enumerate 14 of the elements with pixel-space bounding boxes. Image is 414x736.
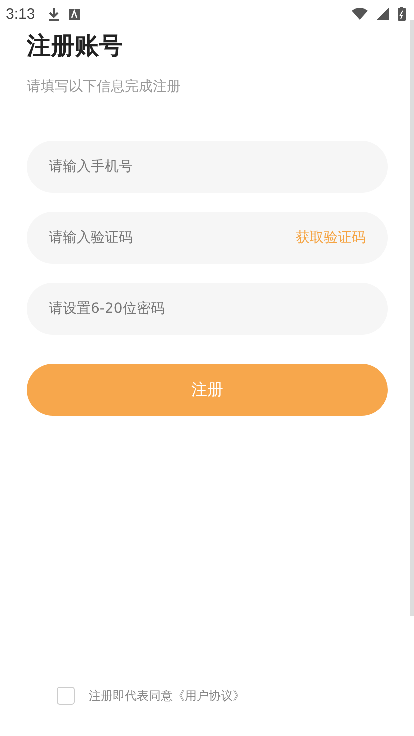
register-button[interactable]: 注册 [27, 364, 388, 416]
agreement-checkbox[interactable] [57, 687, 75, 705]
wifi-icon [352, 8, 368, 20]
status-time: 3:13 [6, 6, 36, 22]
get-code-link[interactable]: 获取验证码 [296, 229, 366, 247]
download-icon [48, 7, 60, 21]
input-field[interactable]: 请输入手机号 [27, 141, 388, 193]
signal-icon [377, 8, 389, 20]
input-field[interactable]: 请设置6-20位密码 [27, 283, 388, 335]
page-title: 注册账号 [27, 31, 124, 62]
notification-icon [69, 8, 80, 20]
subtitle: 请填写以下信息完成注册 [27, 78, 182, 96]
agreement-text: 注册即代表同意《用户协议》 [89, 688, 245, 704]
battery-icon [398, 7, 406, 21]
